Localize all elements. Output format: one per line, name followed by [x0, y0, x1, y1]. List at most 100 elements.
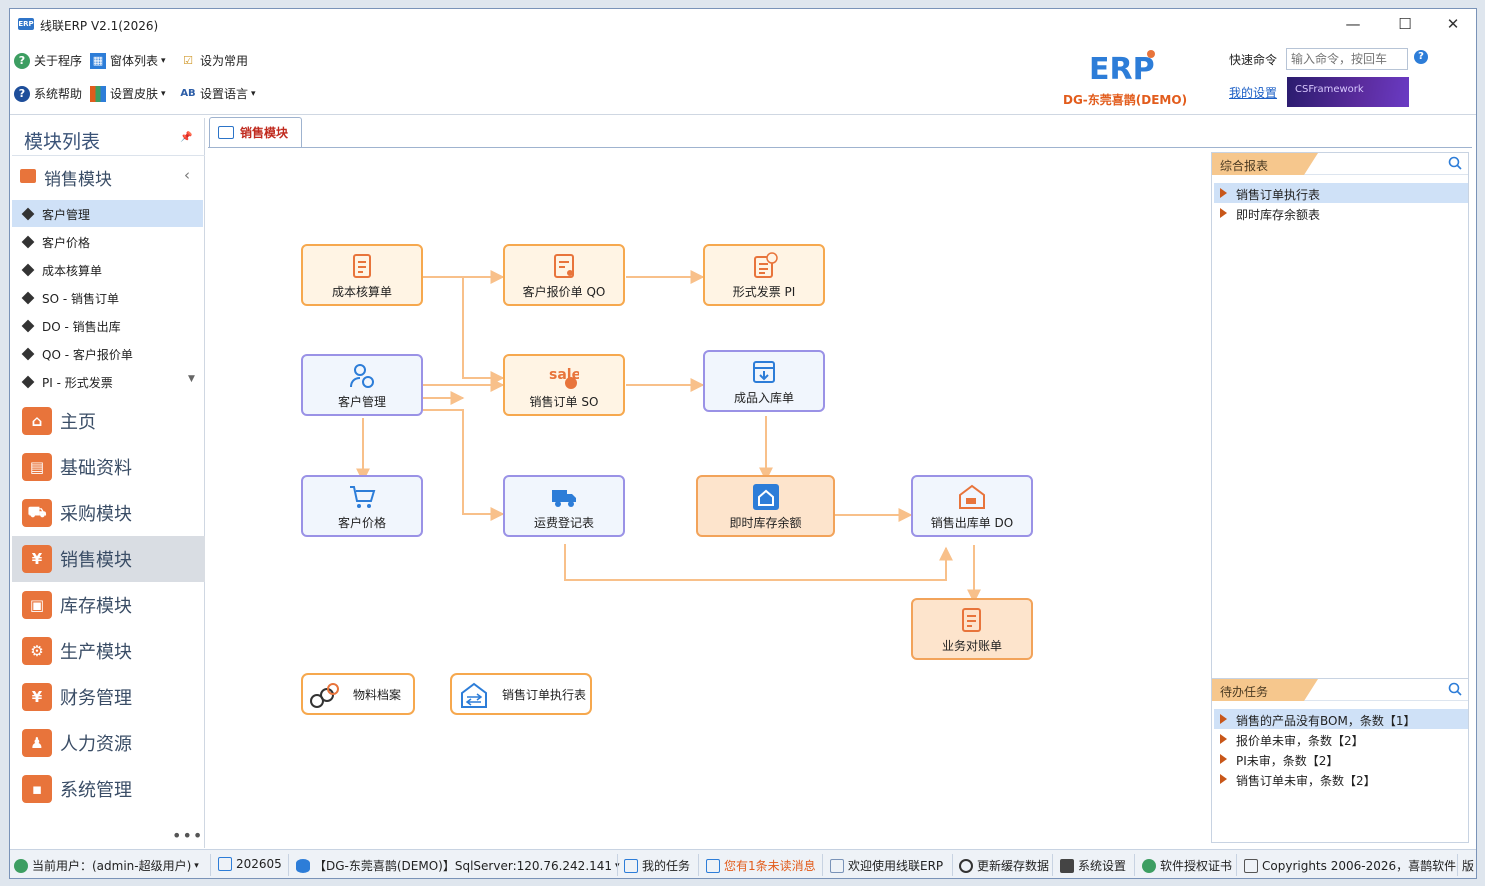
- reports-panel: 综合报表 销售订单执行表 即时库存余额表: [1211, 152, 1469, 680]
- calendar-icon: [218, 857, 232, 871]
- tasks-title: 待办任务: [1220, 685, 1269, 699]
- tasks-item[interactable]: 报价单未审，条数【2】: [1214, 729, 1468, 749]
- sidebar-header: 模块列表 📌: [12, 118, 205, 156]
- about-button[interactable]: ? 关于程序: [14, 52, 82, 70]
- book-icon: [1244, 858, 1258, 873]
- node-customer-price[interactable]: 客户价格: [301, 475, 423, 537]
- chevron-down-icon: ▾: [251, 89, 256, 99]
- minimize-button[interactable]: —: [1330, 12, 1376, 36]
- sidebar-nav-item[interactable]: ¥ 销售模块: [12, 536, 205, 582]
- my-settings-link[interactable]: 我的设置: [1229, 84, 1277, 101]
- reports-item-label: 销售订单执行表: [1236, 188, 1321, 202]
- price-cart-icon: [350, 486, 376, 508]
- sidebar-nav-item[interactable]: ⛟ 采购模块: [12, 490, 205, 536]
- cube-icon: [21, 263, 35, 277]
- skin-button[interactable]: 设置皮肤 ▾: [90, 85, 166, 103]
- node-quotation[interactable]: 客户报价单 QO: [503, 244, 625, 306]
- sidebar-nav-item[interactable]: ⚙ 生产模块: [12, 628, 205, 674]
- help-button[interactable]: ? 系统帮助: [14, 85, 82, 103]
- sidebar-subitem-label: 客户价格: [42, 236, 91, 250]
- period[interactable]: 202605: [218, 857, 282, 871]
- quick-command-input[interactable]: [1286, 48, 1408, 70]
- triangle-right-icon: [1220, 714, 1227, 724]
- cube-icon: [21, 347, 35, 361]
- node-customer-management[interactable]: 客户管理: [301, 354, 423, 416]
- window-list-button[interactable]: ▦ 窗体列表 ▾: [90, 52, 166, 70]
- sidebar-nav-item[interactable]: ♟ 人力资源: [12, 720, 205, 766]
- shortcut-material-file[interactable]: 物料档案: [301, 673, 415, 715]
- title-bar[interactable]: ERP 线联ERP V2.1(2026) — ☐ ✕: [10, 9, 1476, 39]
- reports-item[interactable]: 销售订单执行表: [1214, 183, 1468, 203]
- node-label: 业务对账单: [941, 639, 1002, 653]
- chevron-down-icon: ▾: [161, 56, 166, 66]
- window-list-label: 窗体列表: [110, 54, 159, 68]
- reports-item[interactable]: 即时库存余额表: [1214, 203, 1468, 223]
- database-info[interactable]: 【DG-东莞喜鹊(DEMO)】SqlServer:120.76.242.141▾: [296, 857, 620, 874]
- quick-help-icon[interactable]: ?: [1414, 50, 1428, 64]
- tab-sales-module[interactable]: 销售模块: [209, 117, 302, 147]
- scroll-down-icon[interactable]: ▼: [188, 374, 195, 384]
- chevron-left-icon[interactable]: ‹: [184, 166, 190, 184]
- sidebar-nav-item[interactable]: ▪ 系统管理: [12, 766, 205, 812]
- node-label: 销售出库单 DO: [930, 516, 1014, 530]
- node-finished-goods-in[interactable]: 成品入库单: [703, 350, 825, 412]
- sidebar-nav-item[interactable]: ⌂ 主页: [12, 398, 205, 444]
- quote-form-icon: [554, 254, 574, 278]
- customer-icon: [350, 364, 374, 388]
- delivery-house-icon: [959, 484, 985, 509]
- cart-icon: ⛟: [22, 499, 52, 527]
- warehouse-icon: [752, 484, 779, 510]
- sidebar-subitem[interactable]: 客户价格: [12, 228, 203, 255]
- language-button[interactable]: AB 设置语言 ▾: [180, 85, 256, 103]
- warehouse-icon: ▣: [22, 591, 52, 619]
- system-settings-button[interactable]: 系统设置: [1060, 857, 1126, 874]
- csframework-banner: CSFramework: [1287, 77, 1409, 107]
- unread-messages[interactable]: 您有1条未读消息: [706, 857, 816, 874]
- pin-icon[interactable]: 📌: [180, 132, 192, 143]
- node-label: 即时库存余额: [729, 516, 802, 530]
- sidebar-nav-item[interactable]: ¥ 财务管理: [12, 674, 205, 720]
- folder-icon: ▤: [22, 453, 52, 481]
- set-common-button[interactable]: ☑ 设为常用: [180, 52, 248, 70]
- reports-item-label: 即时库存余额表: [1236, 208, 1321, 222]
- maximize-button[interactable]: ☐: [1382, 12, 1428, 36]
- node-cost-sheet[interactable]: 成本核算单: [301, 244, 423, 306]
- tasks-item[interactable]: 销售的产品没有BOM，条数【1】: [1214, 709, 1468, 729]
- sidebar: 模块列表 📌 销售模块 ‹ 客户管理客户价格成本核算单 SO - 销售订单 DO -…: [12, 118, 205, 848]
- sidebar-subitem[interactable]: 成本核算单: [12, 256, 203, 283]
- module-tab-icon: [218, 126, 234, 139]
- sale-icon: sale: [549, 367, 579, 389]
- app-window: ERP 线联ERP V2.1(2026) — ☐ ✕ ? 关于程序 ▦ 窗体列表…: [9, 8, 1477, 879]
- node-stock-balance[interactable]: 即时库存余额: [696, 475, 835, 537]
- node-sales-order[interactable]: sale 销售订单 SO: [503, 354, 625, 416]
- sidebar-subitem[interactable]: DO - 销售出库: [12, 312, 203, 339]
- sidebar-subitem[interactable]: PI - 形式发票: [12, 368, 203, 395]
- sidebar-group-sales[interactable]: 销售模块 ‹: [12, 162, 205, 190]
- about-icon: ?: [14, 53, 30, 69]
- tasks-item-label: PI未审，条数【2】: [1236, 754, 1339, 768]
- current-user[interactable]: 当前用户：(admin-超级用户) ▾: [14, 857, 199, 874]
- company-name: DG-东莞喜鹊(DEMO): [1063, 93, 1188, 107]
- sidebar-nav-item[interactable]: ▣ 库存模块: [12, 582, 205, 628]
- node-sales-delivery[interactable]: 销售出库单 DO: [911, 475, 1033, 537]
- node-proforma-invoice[interactable]: 形式发票 PI: [703, 244, 825, 306]
- triangle-right-icon: [1220, 774, 1227, 784]
- close-button[interactable]: ✕: [1430, 12, 1476, 36]
- license-button[interactable]: 软件授权证书: [1142, 857, 1232, 874]
- search-icon[interactable]: [1448, 682, 1462, 696]
- tasks-item[interactable]: PI未审，条数【2】: [1214, 749, 1468, 769]
- tasks-item[interactable]: 销售订单未审，条数【2】: [1214, 769, 1468, 789]
- sidebar-subitem[interactable]: 客户管理: [12, 200, 203, 227]
- tab-label: 销售模块: [240, 126, 289, 140]
- node-freight-register[interactable]: 运费登记表: [503, 475, 625, 537]
- shortcut-so-execution[interactable]: 销售订单执行表: [450, 673, 592, 715]
- more-icon[interactable]: •••: [172, 826, 203, 845]
- database-icon: [296, 858, 310, 873]
- sidebar-subitem[interactable]: QO - 客户报价单: [12, 340, 203, 367]
- refresh-cache-button[interactable]: 更新缓存数据: [959, 857, 1049, 874]
- node-business-statement[interactable]: 业务对账单: [911, 598, 1033, 660]
- sidebar-subitem[interactable]: SO - 销售订单: [12, 284, 203, 311]
- my-tasks[interactable]: 我的任务: [624, 857, 690, 874]
- search-icon[interactable]: [1448, 156, 1462, 170]
- sidebar-nav-item[interactable]: ▤ 基础资料: [12, 444, 205, 490]
